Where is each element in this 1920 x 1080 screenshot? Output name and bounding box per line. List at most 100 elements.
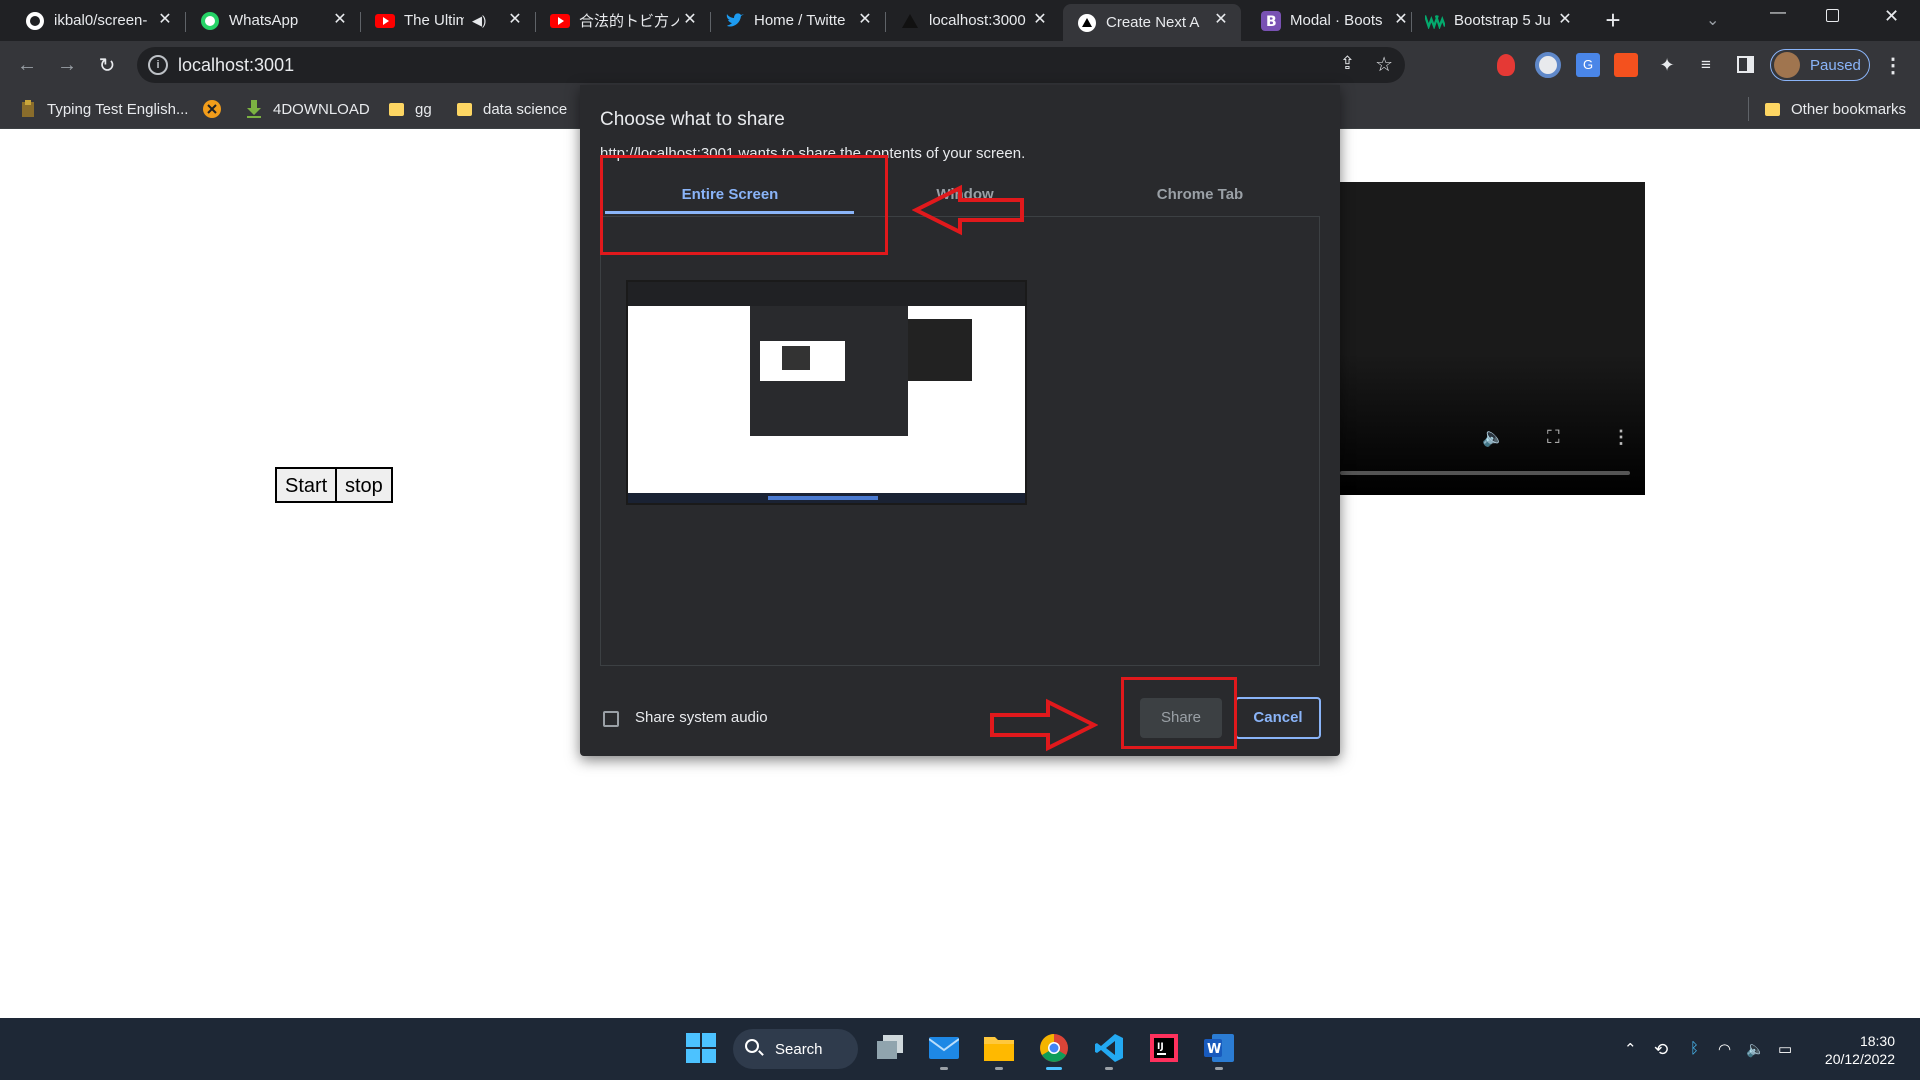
extension-orange-icon[interactable] [1614, 53, 1638, 77]
bookmark-typing-test[interactable]: Typing Test English... [19, 97, 188, 121]
translate-icon[interactable]: G [1576, 53, 1600, 77]
bookmark-gg[interactable]: gg [387, 97, 432, 121]
tab-title: Create Next A [1106, 14, 1200, 31]
system-clock[interactable]: 18:30 20/12/2022 [1800, 1032, 1895, 1068]
tab-bootstrap-5[interactable]: Bootstrap 5 Ju ✕ [1400, 4, 1585, 37]
stop-button[interactable]: stop [335, 467, 393, 503]
annotation-arrow-left-icon [912, 184, 1024, 236]
tab-title: Modal · Boots [1290, 12, 1383, 29]
intellij-icon[interactable]: IJ [1144, 1028, 1184, 1068]
battery-icon[interactable]: ▭ [1778, 1040, 1792, 1058]
profile-button[interactable]: Paused [1770, 49, 1870, 81]
tab-title: WhatsApp [229, 12, 299, 29]
toolbar: ← → ↻ i localhost:3001 ⇪ ☆ G ✦ ≡ Paused … [0, 41, 1920, 89]
tab-localhost-3000[interactable]: localhost:3000 ✕ [875, 4, 1060, 37]
reload-button[interactable]: ↻ [92, 50, 122, 80]
bootstrap-icon: B [1261, 10, 1281, 31]
mail-icon[interactable] [924, 1028, 964, 1070]
svg-text:B: B [1266, 14, 1277, 30]
youtube-icon [375, 11, 395, 31]
wifi-icon[interactable]: ◠ [1718, 1040, 1731, 1058]
bookmark-label: gg [415, 100, 432, 118]
tab-strip: ikbal0/screen- ✕ WhatsApp ✕ The Ultim ◀)… [0, 0, 1920, 41]
other-bookmarks[interactable]: Other bookmarks [1763, 97, 1906, 121]
tab-bootstrap-modal[interactable]: B Modal · Boots ✕ [1236, 4, 1421, 37]
chevron-up-icon[interactable]: ⌃ [1624, 1040, 1637, 1058]
close-window-button[interactable]: ✕ [1884, 6, 1899, 27]
tab-chrome-tab[interactable]: Chrome Tab [1075, 186, 1325, 203]
screen-list-panel [600, 216, 1320, 666]
extensions-puzzle-icon[interactable]: ✦ [1652, 50, 1682, 80]
tab-twitter[interactable]: Home / Twitte ✕ [700, 4, 885, 37]
download-arrow-icon [245, 100, 263, 118]
chrome-icon[interactable] [1034, 1028, 1074, 1070]
vscode-icon[interactable] [1089, 1028, 1129, 1070]
word-icon[interactable]: W [1199, 1028, 1239, 1070]
avatar [1774, 52, 1800, 78]
close-icon[interactable]: ✕ [330, 10, 350, 30]
address-bar[interactable]: i localhost:3001 ⇪ ☆ [137, 47, 1405, 83]
back-button[interactable]: ← [12, 50, 42, 80]
more-options-icon[interactable]: ⋮ [1612, 427, 1630, 448]
bookmark-orange[interactable] [203, 97, 231, 121]
bookmark-4download[interactable]: 4DOWNLOAD [245, 97, 370, 121]
close-icon[interactable]: ✕ [1555, 10, 1575, 30]
volume-icon[interactable]: 🔈 [1746, 1040, 1765, 1058]
start-button[interactable]: Start [275, 467, 338, 503]
restore-button[interactable] [1826, 9, 1839, 22]
svg-text:W: W [1207, 1042, 1221, 1057]
bookmark-data-science[interactable]: data science [455, 97, 567, 121]
close-icon[interactable]: ✕ [155, 10, 175, 30]
file-explorer-icon[interactable] [979, 1028, 1019, 1070]
share-audio-checkbox[interactable] [603, 711, 619, 727]
fullscreen-icon[interactable]: ⛶ [1547, 427, 1560, 448]
tab-create-next-app[interactable]: Create Next A ✕ [1063, 4, 1241, 41]
taskbar-search[interactable]: Search [733, 1029, 858, 1069]
typing-test-icon [19, 100, 37, 118]
task-view-icon[interactable] [870, 1028, 910, 1068]
w3schools-icon [1425, 11, 1445, 31]
close-icon[interactable]: ✕ [505, 10, 525, 30]
video-progress-bar[interactable] [1340, 471, 1630, 475]
menu-icon[interactable]: ⋮ [1878, 50, 1908, 80]
clock-date: 20/12/2022 [1824, 1051, 1895, 1067]
tab-youtube-1[interactable]: The Ultim ◀) ✕ [350, 4, 535, 37]
tab-search-icon[interactable]: ⌄ [1706, 10, 1719, 30]
close-icon[interactable]: ✕ [680, 10, 700, 30]
minimize-button[interactable]: — [1770, 4, 1786, 22]
reading-list-icon[interactable]: ≡ [1691, 50, 1721, 80]
start-menu-icon[interactable] [681, 1028, 721, 1068]
tab-title: Home / Twitte [754, 12, 846, 29]
share-audio-label: Share system audio [635, 709, 768, 726]
tab-youtube-2[interactable]: 合法的トビ方ノ ✕ [525, 4, 710, 37]
close-icon[interactable]: ✕ [1211, 10, 1231, 30]
tab-title: ikbal0/screen- [54, 12, 148, 29]
share-page-icon[interactable]: ⇪ [1340, 53, 1355, 74]
clock-time: 18:30 [1859, 1033, 1895, 1049]
sync-icon[interactable]: ⟲ [1654, 1040, 1668, 1060]
tab-whatsapp[interactable]: WhatsApp ✕ [175, 4, 360, 37]
new-tab-button[interactable]: + [1598, 6, 1628, 36]
bookmark-label: Other bookmarks [1791, 100, 1907, 118]
screen-thumbnail[interactable] [626, 280, 1027, 505]
speaker-icon[interactable]: ◀) [472, 13, 486, 29]
annotation-box-share [1121, 677, 1237, 749]
annotation-arrow-right-icon [990, 698, 1098, 752]
tab-title: 合法的トビ方ノ [579, 13, 679, 30]
extension-circle-icon[interactable] [1535, 52, 1561, 78]
bookmark-star-icon[interactable]: ☆ [1375, 52, 1393, 77]
orange-circle-icon [203, 100, 221, 118]
vercel-icon [900, 11, 920, 31]
cancel-button[interactable]: Cancel [1235, 697, 1321, 739]
bluetooth-icon[interactable]: ᛒ [1690, 1040, 1699, 1057]
tab-github[interactable]: ikbal0/screen- ✕ [0, 4, 185, 37]
extension-adblock-icon[interactable] [1497, 54, 1515, 76]
site-info-icon[interactable]: i [148, 55, 168, 75]
volume-icon[interactable]: 🔈 [1482, 427, 1504, 448]
side-panel-icon[interactable] [1737, 56, 1754, 73]
close-icon[interactable]: ✕ [855, 10, 875, 30]
youtube-icon [550, 11, 570, 31]
windows-taskbar: Search IJ W ⌃ ⟲ ᛒ ◠ 🔈 ▭ 18:30 20/12/2022 [0, 1018, 1920, 1080]
forward-button[interactable]: → [52, 50, 82, 80]
close-icon[interactable]: ✕ [1030, 10, 1050, 30]
